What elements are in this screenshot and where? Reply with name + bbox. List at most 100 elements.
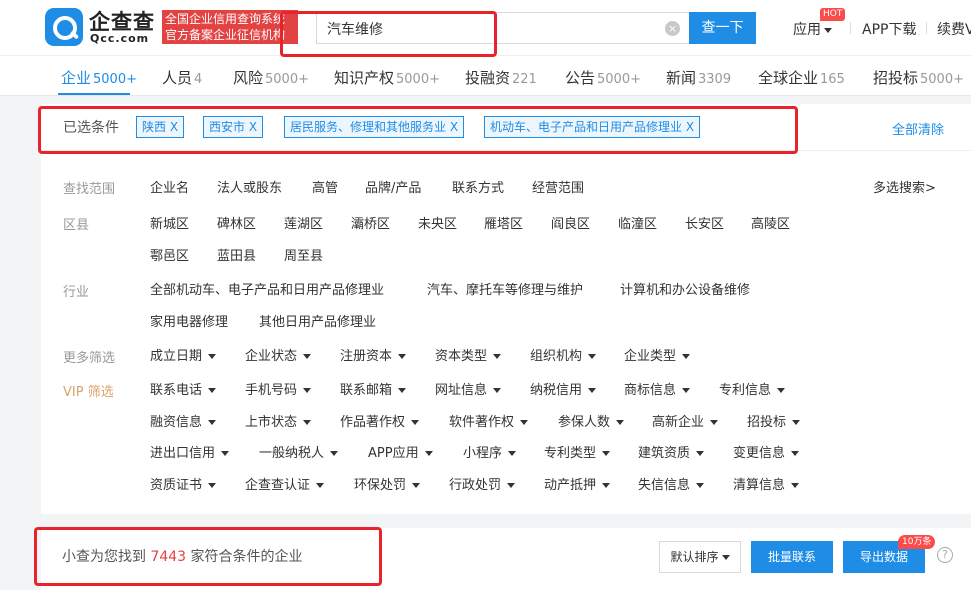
app-menu[interactable]: 应用 <box>793 19 832 39</box>
tab-investment[interactable]: 投融资 221 <box>465 67 537 88</box>
scope-option[interactable]: 品牌/产品 <box>365 177 421 196</box>
sort-label: 默认排序 <box>670 550 719 564</box>
industry-option[interactable]: 汽车、摩托车等修理与维护 <box>427 279 583 298</box>
filter-dropdown[interactable]: 企业类型 <box>624 345 690 364</box>
scope-option[interactable]: 高管 <box>312 177 338 196</box>
tab-ip[interactable]: 知识产权 5000+ <box>334 67 440 88</box>
tab-count: 5000+ <box>597 72 641 87</box>
condition-chip-xian[interactable]: 西安市 X <box>203 116 264 138</box>
slogan-line-1: 全国企业信用查询系统 <box>165 12 286 26</box>
vip-filter-dropdown[interactable]: 资质证书 <box>150 474 216 493</box>
vip-filter-dropdown[interactable]: 小程序 <box>463 442 516 461</box>
vip-filter-dropdown[interactable]: APP应用 <box>368 442 433 461</box>
search-button[interactable]: 查一下 <box>689 12 756 44</box>
filter-dropdown[interactable]: 企业状态 <box>245 345 311 364</box>
vip-filter-dropdown[interactable]: 一般纳税人 <box>259 442 338 461</box>
more-filters-label: 更多筛选 <box>63 351 116 366</box>
vip-filter-dropdown[interactable]: 清算信息 <box>733 474 799 493</box>
district-option[interactable]: 新城区 <box>150 213 189 232</box>
scope-option[interactable]: 企业名 <box>150 177 189 196</box>
search-input[interactable] <box>327 18 657 40</box>
vip-filter-dropdown[interactable]: 进出口信用 <box>150 442 229 461</box>
brand-domain[interactable]: Qcc.com <box>90 32 149 45</box>
vip-filter-dropdown[interactable]: 联系邮箱 <box>340 379 406 398</box>
vip-filter-dropdown[interactable]: 商标信息 <box>624 379 690 398</box>
vip-filter-dropdown[interactable]: 环保处罚 <box>354 474 420 493</box>
vip-filter-dropdown[interactable]: 软件著作权 <box>449 411 528 430</box>
filter-dropdown[interactable]: 资本类型 <box>435 345 501 364</box>
district-option[interactable]: 碑林区 <box>217 213 256 232</box>
help-icon[interactable]: ? <box>937 547 953 563</box>
condition-chip-service-industry[interactable]: 居民服务、修理和其他服务业 X <box>284 116 465 138</box>
district-option[interactable]: 未央区 <box>418 213 457 232</box>
export-limit-badge: 10万条 <box>898 535 936 549</box>
industry-option[interactable]: 全部机动车、电子产品和日用产品修理业 <box>150 279 384 298</box>
filter-dropdown[interactable]: 成立日期 <box>150 345 216 364</box>
district-option[interactable]: 高陵区 <box>751 213 790 232</box>
tab-label: 招投标 <box>873 69 919 87</box>
industry-option[interactable]: 家用电器修理 <box>150 311 228 330</box>
vip-filter-dropdown[interactable]: 变更信息 <box>733 442 799 461</box>
vip-filter-dropdown[interactable]: 网址信息 <box>435 379 501 398</box>
district-option[interactable]: 周至县 <box>284 245 323 264</box>
scope-option[interactable]: 联系方式 <box>452 177 504 196</box>
vip-filter-dropdown[interactable]: 专利信息 <box>719 379 785 398</box>
industry-option[interactable]: 其他日用产品修理业 <box>259 311 376 330</box>
vip-filter-dropdown[interactable]: 失信信息 <box>638 474 704 493</box>
multi-search-link[interactable]: 多选搜索> <box>873 177 936 196</box>
vip-filter-dropdown[interactable]: 行政处罚 <box>449 474 515 493</box>
result-prefix: 小查为您找到 <box>62 549 146 565</box>
vip-filter-dropdown[interactable]: 建筑资质 <box>638 442 704 461</box>
vip-filter-dropdown[interactable]: 手机号码 <box>245 379 311 398</box>
tab-label: 全球企业 <box>758 69 819 87</box>
district-option[interactable]: 蓝田县 <box>217 245 256 264</box>
district-option[interactable]: 鄠邑区 <box>150 245 189 264</box>
vip-filter-dropdown[interactable]: 联系电话 <box>150 379 216 398</box>
sort-dropdown[interactable]: 默认排序 <box>659 541 741 573</box>
district-option[interactable]: 雁塔区 <box>484 213 523 232</box>
district-option[interactable]: 阎良区 <box>551 213 590 232</box>
tab-bidding[interactable]: 招投标 5000+ <box>873 67 964 88</box>
selected-conditions-title: 已选条件 <box>63 120 119 136</box>
filter-dropdown[interactable]: 注册资本 <box>340 345 406 364</box>
scope-option[interactable]: 经营范围 <box>532 177 584 196</box>
district-option[interactable]: 莲湖区 <box>284 213 323 232</box>
vip-filter-dropdown[interactable]: 动产抵押 <box>544 474 610 493</box>
tab-people[interactable]: 人员 4 <box>162 67 202 88</box>
industry-option[interactable]: 计算机和办公设备维修 <box>620 279 750 298</box>
district-option[interactable]: 长安区 <box>685 213 724 232</box>
filter-dropdown[interactable]: 组织机构 <box>530 345 596 364</box>
renew-link[interactable]: 续费VIP <box>937 19 971 39</box>
clear-icon[interactable]: × <box>665 21 680 36</box>
tab-company[interactable]: 企业 5000+ <box>61 67 137 88</box>
scope-option[interactable]: 法人或股东 <box>217 177 282 196</box>
vip-filter-dropdown[interactable]: 高新企业 <box>652 411 718 430</box>
tab-risk[interactable]: 风险 5000+ <box>233 67 309 88</box>
tab-global[interactable]: 全球企业 165 <box>758 67 845 88</box>
tab-news[interactable]: 新闻 3309 <box>666 67 731 88</box>
vip-filter-dropdown[interactable]: 融资信息 <box>150 411 216 430</box>
tab-count: 3309 <box>698 72 732 87</box>
batch-contact-button[interactable]: 批量联系 <box>751 541 833 573</box>
qcc-logo-icon[interactable] <box>45 8 83 46</box>
vip-filter-dropdown[interactable]: 招投标 <box>747 411 800 430</box>
vip-filter-dropdown[interactable]: 上市状态 <box>245 411 311 430</box>
app-download-link[interactable]: APP下载 <box>862 19 916 39</box>
top-header: 企查查 Qcc.com 全国企业信用查询系统 官方备案企业征信机构 × 查一下 … <box>0 0 971 56</box>
vip-filter-dropdown[interactable]: 专利类型 <box>544 442 610 461</box>
vip-filter-dropdown[interactable]: 纳税信用 <box>530 379 596 398</box>
tab-count: 165 <box>820 72 845 87</box>
result-count: 7443 <box>150 549 187 565</box>
condition-chip-shaanxi[interactable]: 陕西 X <box>136 116 185 138</box>
chevron-down-icon <box>824 27 832 33</box>
clear-all-link[interactable]: 全部清除 <box>892 119 944 138</box>
vip-filter-dropdown[interactable]: 企查查认证 <box>245 474 324 493</box>
tab-announcement[interactable]: 公告 5000+ <box>565 67 641 88</box>
search-box[interactable]: × <box>316 12 689 44</box>
district-option[interactable]: 灞桥区 <box>351 213 390 232</box>
vip-filter-dropdown[interactable]: 参保人数 <box>558 411 624 430</box>
vip-filter-dropdown[interactable]: 作品著作权 <box>340 411 419 430</box>
condition-chip-repair-industry[interactable]: 机动车、电子产品和日用产品修理业 X <box>484 116 701 138</box>
district-option[interactable]: 临潼区 <box>618 213 657 232</box>
district-label: 区县 <box>63 218 90 233</box>
